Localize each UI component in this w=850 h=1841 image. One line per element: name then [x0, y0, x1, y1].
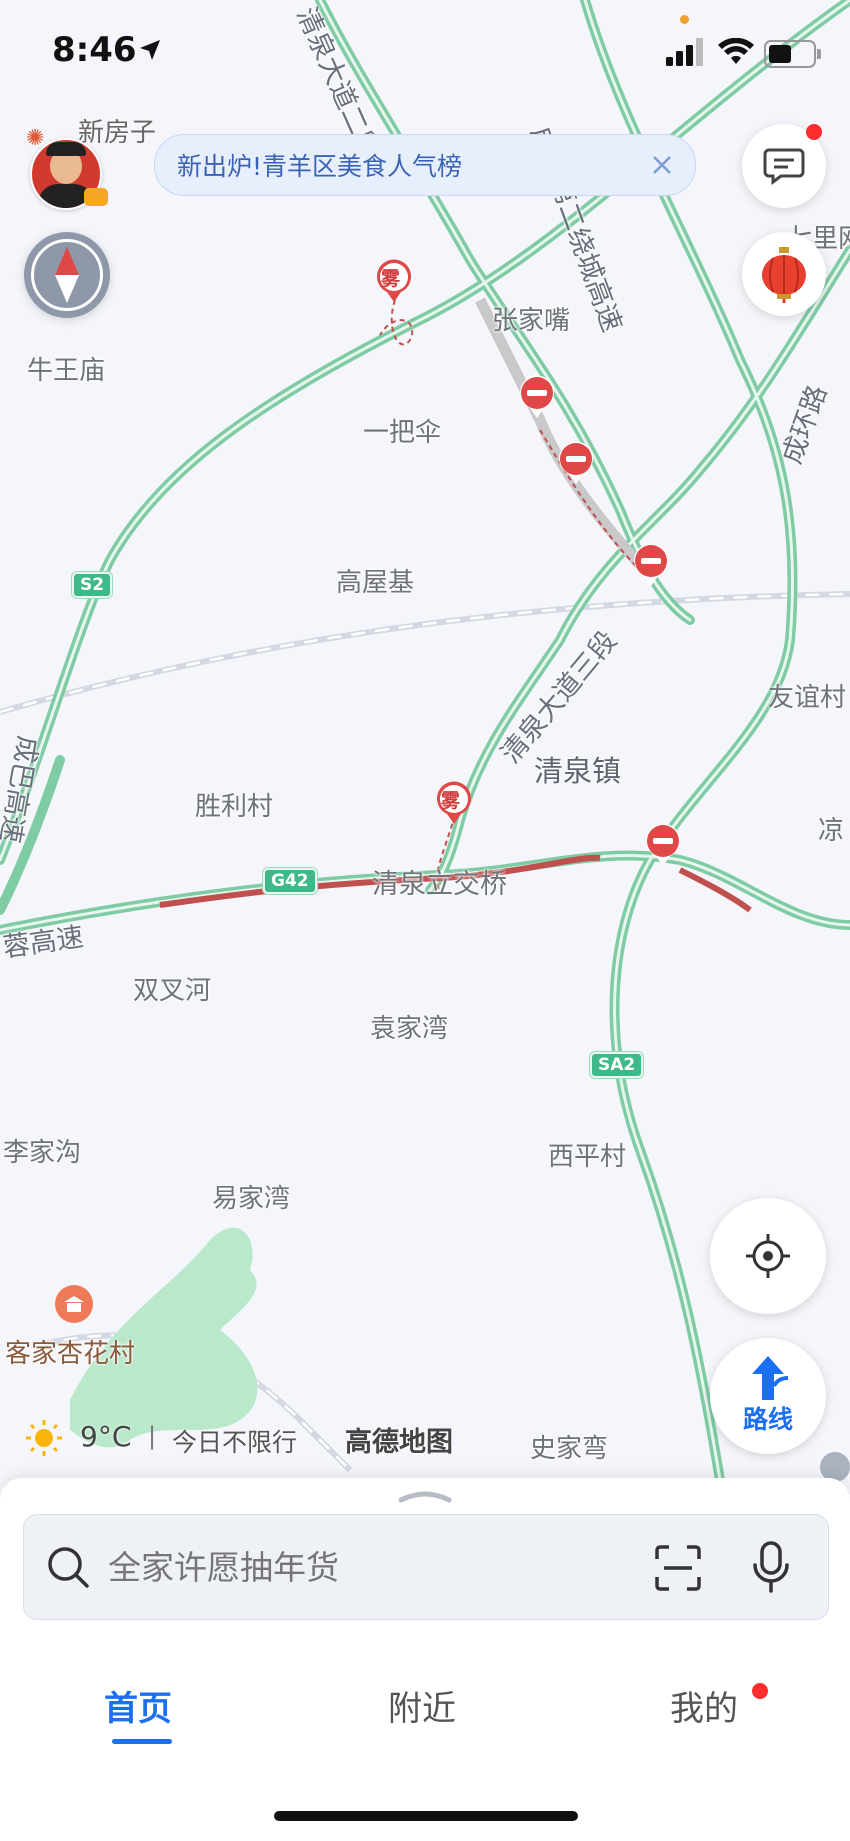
wifi-icon [718, 38, 754, 64]
route-arrow-icon [752, 1356, 788, 1400]
scenic-spot-icon[interactable] [55, 1285, 93, 1323]
road-closure-marker[interactable] [518, 374, 556, 420]
tab-nearby[interactable]: 附近 [388, 1681, 456, 1730]
place-label: 友谊村 [768, 683, 847, 713]
search-bar[interactable] [23, 1514, 829, 1620]
microphone-icon[interactable] [750, 1541, 792, 1593]
home-indicator [274, 1811, 578, 1821]
avatar-name: 新房子 [78, 118, 157, 148]
search-icon [48, 1547, 89, 1588]
fog-marker-label: 雾 [441, 790, 461, 812]
traffic-closure-grey [475, 297, 645, 569]
sun-icon [26, 1420, 62, 1456]
scan-icon[interactable] [654, 1545, 702, 1591]
place-label: 易家湾 [212, 1184, 291, 1214]
notification-dot [680, 15, 689, 24]
traffic-restriction-text: 今日不限行 [172, 1428, 298, 1457]
close-icon[interactable] [651, 154, 673, 176]
place-label: 高屋基 [336, 568, 415, 598]
search-input[interactable] [106, 1539, 550, 1595]
weather-separator: | [148, 1422, 157, 1450]
tab-home-indicator [112, 1739, 172, 1744]
place-label: 清泉立交桥 [372, 869, 507, 900]
place-label: 凉 [818, 816, 845, 846]
signal-icon [666, 38, 703, 66]
route-button-label: 路线 [742, 1405, 793, 1434]
place-label: 张家嘴 [492, 306, 571, 336]
fog-marker-label: 雾 [381, 268, 401, 290]
firework-icon: ✺ [26, 126, 45, 151]
brand-logo-text: 高德地图 [345, 1427, 453, 1458]
place-label: 李家沟 [3, 1138, 82, 1168]
railway-line [0, 591, 850, 715]
fog-marker[interactable]: 雾 [375, 258, 413, 304]
route-button[interactable]: 路线 [710, 1338, 826, 1454]
place-label: 胜利村 [195, 792, 274, 822]
locate-icon [746, 1234, 790, 1278]
status-bar: 8:46 [0, 0, 850, 100]
tab-home[interactable]: 首页 [104, 1681, 172, 1730]
place-label: 双叉河 [133, 976, 212, 1006]
compass-button[interactable] [24, 232, 110, 318]
road-closure-marker[interactable] [557, 440, 595, 486]
promo-banner-text: 新出炉!青羊区美食人气榜 [177, 152, 463, 181]
poi-label[interactable]: 客家杏花村 [5, 1333, 135, 1370]
chat-icon [763, 148, 805, 185]
status-time: 8:46 [52, 30, 137, 70]
road-closure-marker[interactable] [632, 542, 670, 588]
highway-shield: G42 [263, 868, 317, 894]
battery-icon [764, 40, 821, 68]
fog-marker[interactable]: 雾 [435, 780, 473, 826]
place-label: 袁家湾 [370, 1014, 449, 1044]
place-label: 清泉镇 [534, 754, 622, 788]
highway-shield: SA2 [590, 1052, 644, 1078]
tab-me-red-dot [752, 1683, 768, 1699]
tab-bar: 首页 附近 我的 [0, 1647, 850, 1841]
weather-temp: 9°C [80, 1420, 132, 1453]
compass-icon [55, 247, 79, 303]
promo-banner[interactable]: 新出炉!青羊区美食人气榜 [154, 134, 696, 196]
place-label: 西平村 [548, 1142, 627, 1172]
drag-handle-icon[interactable] [397, 1488, 453, 1504]
location-arrow-icon [140, 40, 160, 60]
festival-lantern-button[interactable] [742, 232, 826, 316]
lantern-icon [762, 247, 806, 303]
place-label: 史家弯 [530, 1434, 609, 1464]
road-closure-marker[interactable] [644, 822, 682, 868]
avatar-badge [84, 188, 108, 206]
place-label: 牛王庙 [27, 356, 106, 386]
place-label: 一把伞 [363, 418, 442, 448]
unread-dot [806, 124, 822, 140]
tab-me[interactable]: 我的 [670, 1681, 738, 1730]
highway-shield: S2 [72, 572, 113, 598]
locate-button[interactable] [710, 1198, 826, 1314]
